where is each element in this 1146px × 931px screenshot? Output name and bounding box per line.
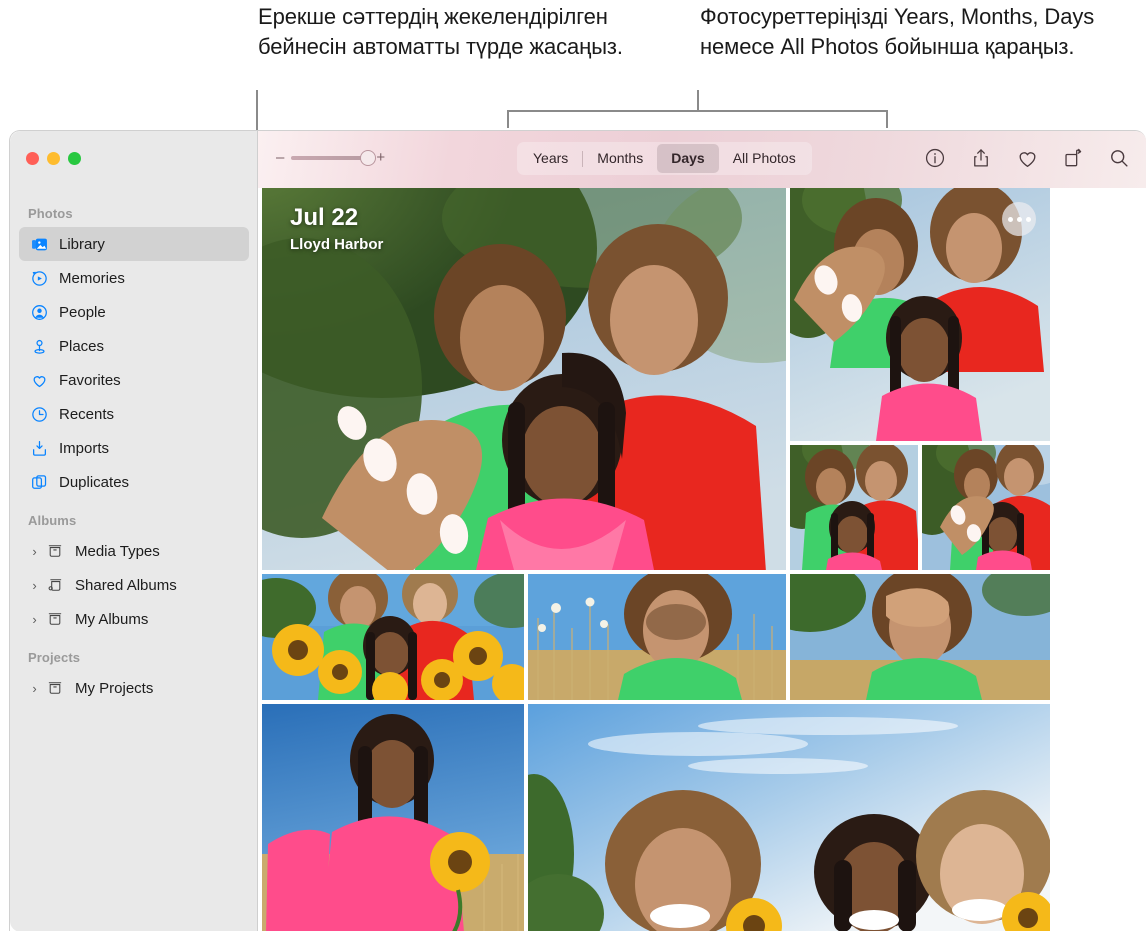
sidebar-section-projects: Projects› My Projects — [10, 650, 258, 705]
sidebar-item-duplicates[interactable]: Duplicates — [19, 465, 249, 499]
photo-thumbnail-hand-on-face[interactable] — [790, 574, 1050, 700]
zoom-button[interactable] — [68, 152, 81, 165]
zoom-slider-track[interactable] — [291, 156, 369, 160]
sidebar-section-header: Photos — [10, 206, 258, 227]
more-dot — [1017, 217, 1022, 222]
sidebar-item-label: Duplicates — [59, 474, 129, 491]
chevron-right-icon[interactable]: › — [28, 545, 41, 558]
photo-grid: Jul 22 Lloyd Harbor — [258, 188, 1146, 931]
sidebar-item-label: My Projects — [75, 680, 153, 697]
callout-text-right: Фотосуреттеріңізді Years, Months, Days н… — [700, 2, 1146, 62]
sidebar-section-header: Projects — [10, 650, 258, 671]
photo-thumbnail-mid-right-b[interactable] — [922, 445, 1050, 570]
sidebar-item-my-projects[interactable]: › My Projects — [19, 671, 249, 705]
window-controls — [26, 152, 81, 165]
sidebar-item-label: Favorites — [59, 372, 121, 389]
view-mode-segmented-control[interactable]: YearsMonthsDaysAll Photos — [517, 142, 812, 175]
sidebar-section-header: Albums — [10, 513, 258, 534]
sidebar-item-label: Memories — [59, 270, 125, 287]
tab-days[interactable]: Days — [657, 144, 718, 173]
memories-icon — [28, 268, 50, 288]
toolbar: – + YearsMonthsDaysAll Photos — [258, 131, 1146, 188]
photo-thumbnail-three-friends-sky[interactable] — [528, 704, 1050, 931]
heart-icon — [28, 370, 50, 390]
rotate-icon[interactable] — [1061, 145, 1085, 171]
sidebar-item-memories[interactable]: Memories — [19, 261, 249, 295]
photo-thumbnail-sunflowers-group[interactable] — [262, 574, 524, 700]
sidebar-item-library[interactable]: Library — [19, 227, 249, 261]
sidebar-item-favorites[interactable]: Favorites — [19, 363, 249, 397]
leader-line-right-tick-r — [886, 110, 888, 128]
sidebar-section-photos: Photos Library Memories People Places Fav… — [10, 206, 258, 499]
duplicates-icon — [28, 472, 50, 492]
more-dot — [1026, 217, 1031, 222]
toolbar-icons — [923, 145, 1131, 171]
sidebar-section-albums: Albums› Media Types› Shared Albums› My A… — [10, 513, 258, 636]
sidebar-item-shared-albums[interactable]: › Shared Albums — [19, 568, 249, 602]
clock-icon — [28, 404, 50, 424]
sidebar-item-my-albums[interactable]: › My Albums — [19, 602, 249, 636]
heart-icon[interactable] — [1015, 145, 1039, 171]
places-icon — [28, 336, 50, 356]
leader-line-right-bar — [507, 110, 888, 112]
chevron-right-icon[interactable]: › — [28, 682, 41, 695]
sidebar-item-places[interactable]: Places — [19, 329, 249, 363]
leader-line-right-tick-l — [507, 110, 509, 128]
shared-album-icon — [44, 575, 66, 595]
album-icon — [44, 541, 66, 561]
zoom-slider[interactable]: – + — [276, 150, 385, 165]
info-icon[interactable] — [923, 145, 947, 171]
zoom-slider-knob[interactable] — [360, 150, 376, 166]
more-options-button[interactable] — [1002, 202, 1036, 236]
callout-text-left: Ерекше сәттердің жекелендірілген бейнесі… — [258, 2, 658, 62]
sidebar-item-people[interactable]: People — [19, 295, 249, 329]
photo-thumbnail-top-right[interactable] — [790, 188, 1050, 441]
album-icon — [44, 609, 66, 629]
zoom-out-icon[interactable]: – — [276, 150, 284, 165]
sidebar-item-label: People — [59, 304, 106, 321]
zoom-in-icon[interactable]: + — [376, 150, 385, 165]
sidebar-item-imports[interactable]: Imports — [19, 431, 249, 465]
sidebar-item-label: Recents — [59, 406, 114, 423]
sidebar-item-label: Media Types — [75, 543, 160, 560]
people-icon — [28, 302, 50, 322]
photo-thumbnail-sunflower-portrait[interactable] — [262, 704, 524, 931]
search-icon[interactable] — [1107, 145, 1131, 171]
sidebar-item-recents[interactable]: Recents — [19, 397, 249, 431]
close-button[interactable] — [26, 152, 39, 165]
sidebar-item-label: Shared Albums — [75, 577, 177, 594]
photo-thumbnail-hero[interactable]: Jul 22 Lloyd Harbor — [262, 188, 786, 570]
sidebar: Photos Library Memories People Places Fav… — [10, 131, 258, 931]
more-dot — [1008, 217, 1013, 222]
chevron-right-icon[interactable]: › — [28, 613, 41, 626]
photo-thumbnail-portrait-field[interactable] — [528, 574, 786, 700]
tab-years[interactable]: Years — [519, 144, 582, 173]
leader-line-right-stem — [697, 90, 699, 112]
sidebar-item-label: My Albums — [75, 611, 148, 628]
album-icon — [44, 678, 66, 698]
minimize-button[interactable] — [47, 152, 60, 165]
photo-thumbnail-mid-right-a[interactable] — [790, 445, 918, 570]
sidebar-item-media-types[interactable]: › Media Types — [19, 534, 249, 568]
share-icon[interactable] — [969, 145, 993, 171]
tab-months[interactable]: Months — [583, 144, 657, 173]
photos-app-window: Photos Library Memories People Places Fav… — [9, 130, 1146, 931]
library-icon — [28, 234, 50, 254]
sidebar-item-label: Places — [59, 338, 104, 355]
sidebar-item-label: Library — [59, 236, 105, 253]
chevron-right-icon[interactable]: › — [28, 579, 41, 592]
tab-all-photos[interactable]: All Photos — [719, 144, 810, 173]
sidebar-sections: Photos Library Memories People Places Fav… — [10, 206, 258, 719]
import-icon — [28, 438, 50, 458]
sidebar-item-label: Imports — [59, 440, 109, 457]
